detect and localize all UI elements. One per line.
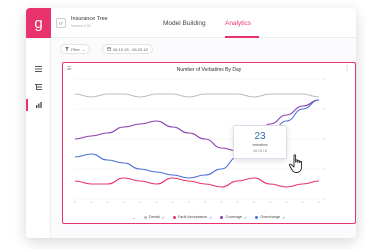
logo-letter: g xyxy=(34,14,43,32)
legend-item-denial[interactable]: Denial ✓ xyxy=(143,214,165,220)
list-icon xyxy=(35,66,42,72)
check-icon: ✓ xyxy=(243,214,248,220)
legend-label: Coverage xyxy=(225,215,242,219)
filter-icon xyxy=(65,47,69,51)
filter-label: Filter xyxy=(71,46,80,52)
chevron-down-icon[interactable]: ⌄ xyxy=(132,215,135,220)
app-window: g IT Insurance Tree Version 1.02 Model B… xyxy=(26,8,356,238)
sidebar-item-analytics[interactable] xyxy=(26,98,51,112)
bar-chart-icon xyxy=(35,102,42,108)
chart-card: ☰ Number of Verbatims By Day ⋮ ⌄ Denial … xyxy=(62,62,356,224)
active-tab-indicator xyxy=(225,36,259,38)
legend-label: Fault Acceptance xyxy=(177,215,208,219)
sidebar-item-list[interactable] xyxy=(26,62,51,76)
tooltip-label: verbatims xyxy=(252,143,268,147)
legend-label: Overcharge xyxy=(260,215,281,219)
legend-dot xyxy=(255,215,259,219)
legend-item-overcharge[interactable]: Overcharge ✓ xyxy=(255,214,286,220)
sidebar-item-tree[interactable] xyxy=(26,80,51,94)
check-icon: ✓ xyxy=(282,214,286,220)
series-line-fault-acceptance[interactable] xyxy=(74,177,320,188)
chevron-down-icon: ⌄ xyxy=(81,46,86,52)
data-tooltip: 23 verbatims 08.15.18 xyxy=(233,125,287,159)
line-chart[interactable] xyxy=(63,63,356,225)
top-bar: IT Insurance Tree Version 1.02 Model Bui… xyxy=(51,8,356,38)
date-range-value: 08.10.18 - 08.25.18 xyxy=(113,46,148,52)
legend-label: Denial xyxy=(148,215,160,219)
project-avatar[interactable]: IT xyxy=(56,18,66,28)
tab-analytics[interactable]: Analytics xyxy=(225,20,251,27)
date-range-picker[interactable]: 08.10.18 - 08.25.18 xyxy=(102,44,153,54)
legend-item-fault-acceptance[interactable]: Fault Acceptance ✓ xyxy=(172,214,213,220)
avatar-text: IT xyxy=(59,20,63,26)
project-subtitle: Version 1.02 xyxy=(71,24,91,28)
check-icon: ✓ xyxy=(209,214,213,220)
chart-legend: ⌄ Denial ✓ Fault Acceptance ✓ Coverage ✓… xyxy=(63,213,355,221)
legend-item-coverage[interactable]: Coverage ✓ xyxy=(220,215,247,220)
project-name[interactable]: Insurance Tree xyxy=(71,16,108,22)
calendar-icon xyxy=(107,47,111,51)
tooltip-date: 08.15.18 xyxy=(253,149,267,153)
filter-dropdown[interactable]: Filter ⌄ xyxy=(60,44,91,54)
series-line-denial[interactable] xyxy=(74,93,320,98)
tab-model-building[interactable]: Model Building xyxy=(163,20,206,27)
legend-dot xyxy=(143,215,147,219)
app-logo[interactable]: g xyxy=(26,8,51,38)
legend-dot xyxy=(172,215,176,219)
sidebar xyxy=(26,38,51,238)
tree-icon xyxy=(35,84,42,90)
hand-cursor-icon xyxy=(288,154,303,173)
tooltip-value: 23 xyxy=(254,131,266,142)
check-icon: ✓ xyxy=(161,214,165,220)
legend-dot xyxy=(220,215,224,219)
